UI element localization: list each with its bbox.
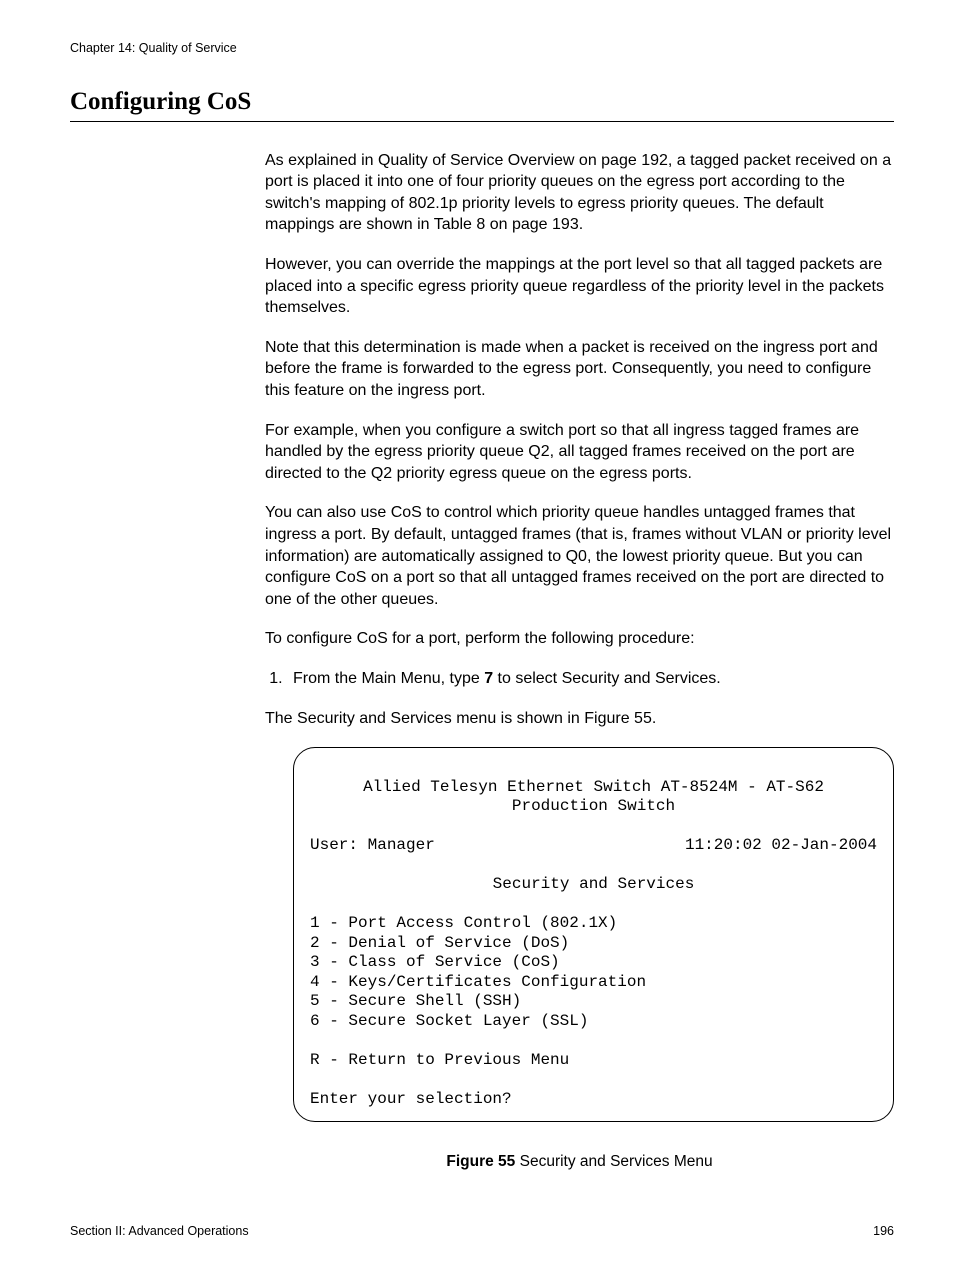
menu-item-4: 4 - Keys/Certificates Configuration xyxy=(310,973,646,991)
paragraph-3: Note that this determination is made whe… xyxy=(265,337,894,402)
procedure-list: From the Main Menu, type 7 to select Sec… xyxy=(265,668,894,690)
figure-caption-text: Security and Services Menu xyxy=(515,1153,712,1170)
terminal-user: User: Manager xyxy=(310,836,435,856)
footer-page-number: 196 xyxy=(873,1223,894,1240)
menu-prompt: Enter your selection? xyxy=(310,1090,512,1108)
menu-item-3: 3 - Class of Service (CoS) xyxy=(310,953,560,971)
section-title: Configuring CoS xyxy=(70,85,894,122)
footer-section: Section II: Advanced Operations xyxy=(70,1223,249,1240)
terminal-screen: Allied Telesyn Ethernet Switch AT-8524M … xyxy=(293,747,894,1122)
terminal-menu-title: Security and Services xyxy=(310,875,877,895)
step-1: From the Main Menu, type 7 to select Sec… xyxy=(287,668,894,690)
step-1-result: The Security and Services menu is shown … xyxy=(265,708,894,730)
paragraph-6: To configure CoS for a port, perform the… xyxy=(265,628,894,650)
step-1-suffix: to select Security and Services. xyxy=(493,670,721,687)
paragraph-4: For example, when you configure a switch… xyxy=(265,420,894,485)
body-column: As explained in Quality of Service Overv… xyxy=(265,150,894,1174)
menu-item-2: 2 - Denial of Service (DoS) xyxy=(310,934,569,952)
menu-item-1: 1 - Port Access Control (802.1X) xyxy=(310,914,617,932)
step-1-prefix: From the Main Menu, type xyxy=(293,670,484,687)
paragraph-5: You can also use CoS to control which pr… xyxy=(265,502,894,610)
menu-return: R - Return to Previous Menu xyxy=(310,1051,569,1069)
paragraph-1: As explained in Quality of Service Overv… xyxy=(265,150,894,236)
menu-item-6: 6 - Secure Socket Layer (SSL) xyxy=(310,1012,588,1030)
chapter-header: Chapter 14: Quality of Service xyxy=(70,40,894,57)
terminal-title-line-1: Allied Telesyn Ethernet Switch AT-8524M … xyxy=(310,778,877,798)
figure-number: Figure 55 xyxy=(446,1153,515,1170)
page-footer: Section II: Advanced Operations 196 xyxy=(70,1223,894,1240)
menu-item-5: 5 - Secure Shell (SSH) xyxy=(310,992,521,1010)
terminal-title-line-2: Production Switch xyxy=(310,797,877,817)
terminal-timestamp: 11:20:02 02-Jan-2004 xyxy=(685,836,877,856)
paragraph-2: However, you can override the mappings a… xyxy=(265,254,894,319)
step-1-key: 7 xyxy=(484,670,493,687)
figure-caption: Figure 55 Security and Services Menu xyxy=(265,1152,894,1173)
